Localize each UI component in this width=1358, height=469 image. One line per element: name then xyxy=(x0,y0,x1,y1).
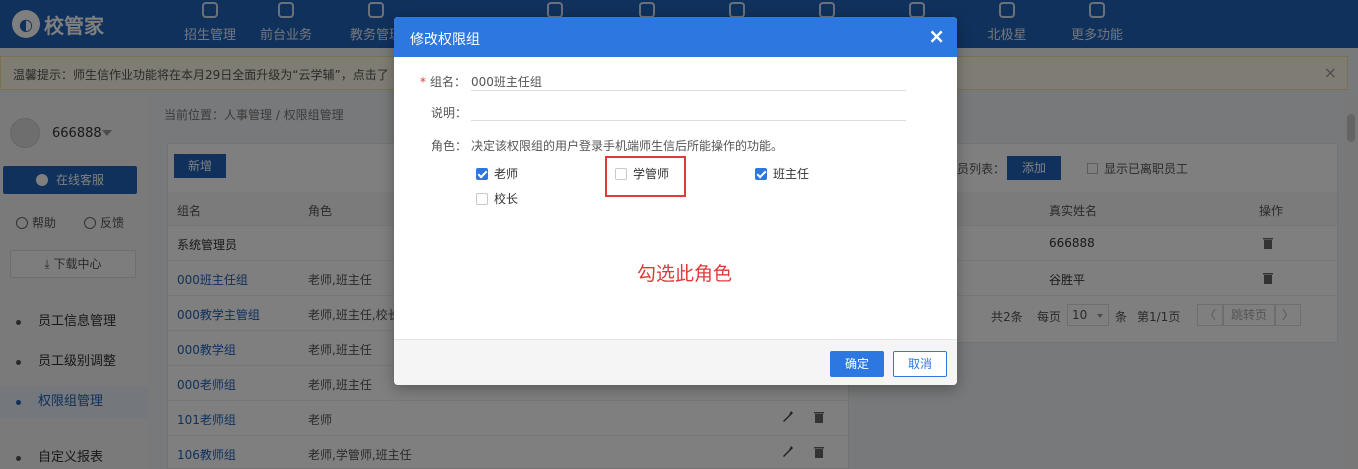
close-icon[interactable]: × xyxy=(928,25,945,47)
description-label: 说明： xyxy=(431,106,468,120)
role-label: 角色： xyxy=(431,139,468,153)
edit-permission-group-dialog: 修改权限组 × * 组名： 000班主任组 说明： 角色： 决定该权限组的用户登录… xyxy=(394,17,957,385)
dialog-title: 修改权限组 xyxy=(410,32,480,48)
required-marker: * xyxy=(420,75,426,89)
checkbox-checked-icon xyxy=(476,167,488,180)
checkbox-unchecked-icon xyxy=(476,192,488,205)
dialog-header: 修改权限组 × xyxy=(394,17,957,57)
role-description: 决定该权限组的用户登录手机端师生信后所能操作的功能。 xyxy=(471,139,784,153)
highlight-box xyxy=(605,156,686,197)
role-checkbox-teacher[interactable]: 老师 xyxy=(476,165,518,182)
checkbox-checked-icon xyxy=(755,167,767,180)
confirm-button[interactable]: 确定 xyxy=(830,351,884,377)
role-checkbox-principal[interactable]: 校长 xyxy=(476,190,518,207)
dialog-footer: 确定 取消 xyxy=(394,339,957,385)
cancel-button[interactable]: 取消 xyxy=(893,351,947,377)
role-checkbox-head-teacher[interactable]: 班主任 xyxy=(755,165,809,182)
group-name-label: * 组名： xyxy=(420,75,467,89)
group-name-input[interactable]: 000班主任组 xyxy=(471,69,906,91)
description-input[interactable] xyxy=(471,99,906,121)
annotation-text: 勾选此角色 xyxy=(637,263,733,285)
